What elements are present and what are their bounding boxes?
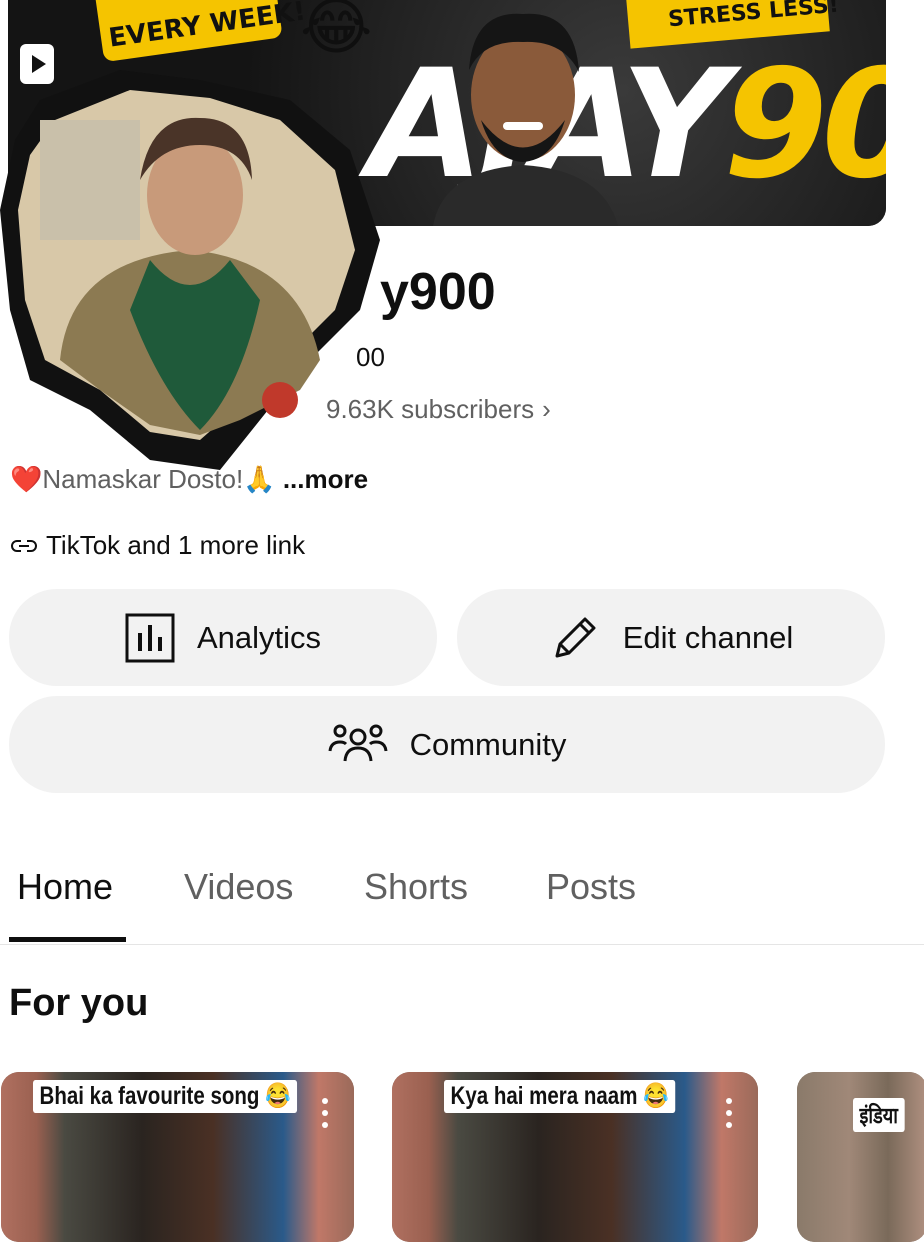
tab-posts[interactable]: Posts (546, 866, 636, 908)
video-thumbnail[interactable]: Bhai ka favourite song 😂 (1, 1072, 354, 1242)
edit-channel-button[interactable]: Edit channel (457, 589, 885, 686)
more-options-icon[interactable] (322, 1098, 328, 1128)
tab-shorts[interactable]: Shorts (364, 866, 468, 908)
channel-name: y900 (380, 263, 496, 321)
analytics-button[interactable]: Analytics (9, 589, 437, 686)
video-caption: Kya hai mera naam 😂 (444, 1080, 676, 1113)
more-options-icon[interactable] (726, 1098, 732, 1128)
community-icon (328, 724, 388, 761)
channel-handle: 00 (356, 342, 385, 372)
video-caption: इंडिया (853, 1098, 905, 1132)
channel-links[interactable]: TikTok and 1 more link (10, 530, 305, 561)
video-caption: Bhai ka favourite song 😂 (33, 1080, 298, 1113)
pencil-icon (555, 617, 596, 657)
analytics-label: Analytics (196, 619, 322, 655)
subscribers-count[interactable]: 9.63K subscribers › (326, 394, 551, 425)
channel-tabs: Home Videos Shorts Posts (0, 860, 924, 945)
link-icon (11, 539, 37, 552)
banner-person-image (433, 13, 618, 226)
chevron-right-icon: › (542, 394, 551, 424)
edit-channel-label: Edit channel (622, 619, 794, 655)
community-label: Community (409, 726, 567, 762)
community-button[interactable]: Community (9, 696, 885, 793)
channel-description[interactable]: ❤️Namaskar Dosto!🙏 ...more (10, 464, 368, 495)
section-title: For you (9, 982, 149, 1024)
analytics-icon (125, 613, 175, 662)
links-label: TikTok and 1 more link (46, 530, 306, 560)
video-thumbnail[interactable]: इंडिया (797, 1072, 924, 1242)
video-thumbnail[interactable]: Kya hai mera naam 😂 (392, 1072, 758, 1242)
banner-emoji: 😂 (300, 0, 373, 62)
tab-videos[interactable]: Videos (184, 866, 293, 908)
more-link[interactable]: ...more (283, 464, 368, 494)
tab-home[interactable]: Home (17, 866, 113, 908)
active-tab-indicator (9, 937, 126, 942)
